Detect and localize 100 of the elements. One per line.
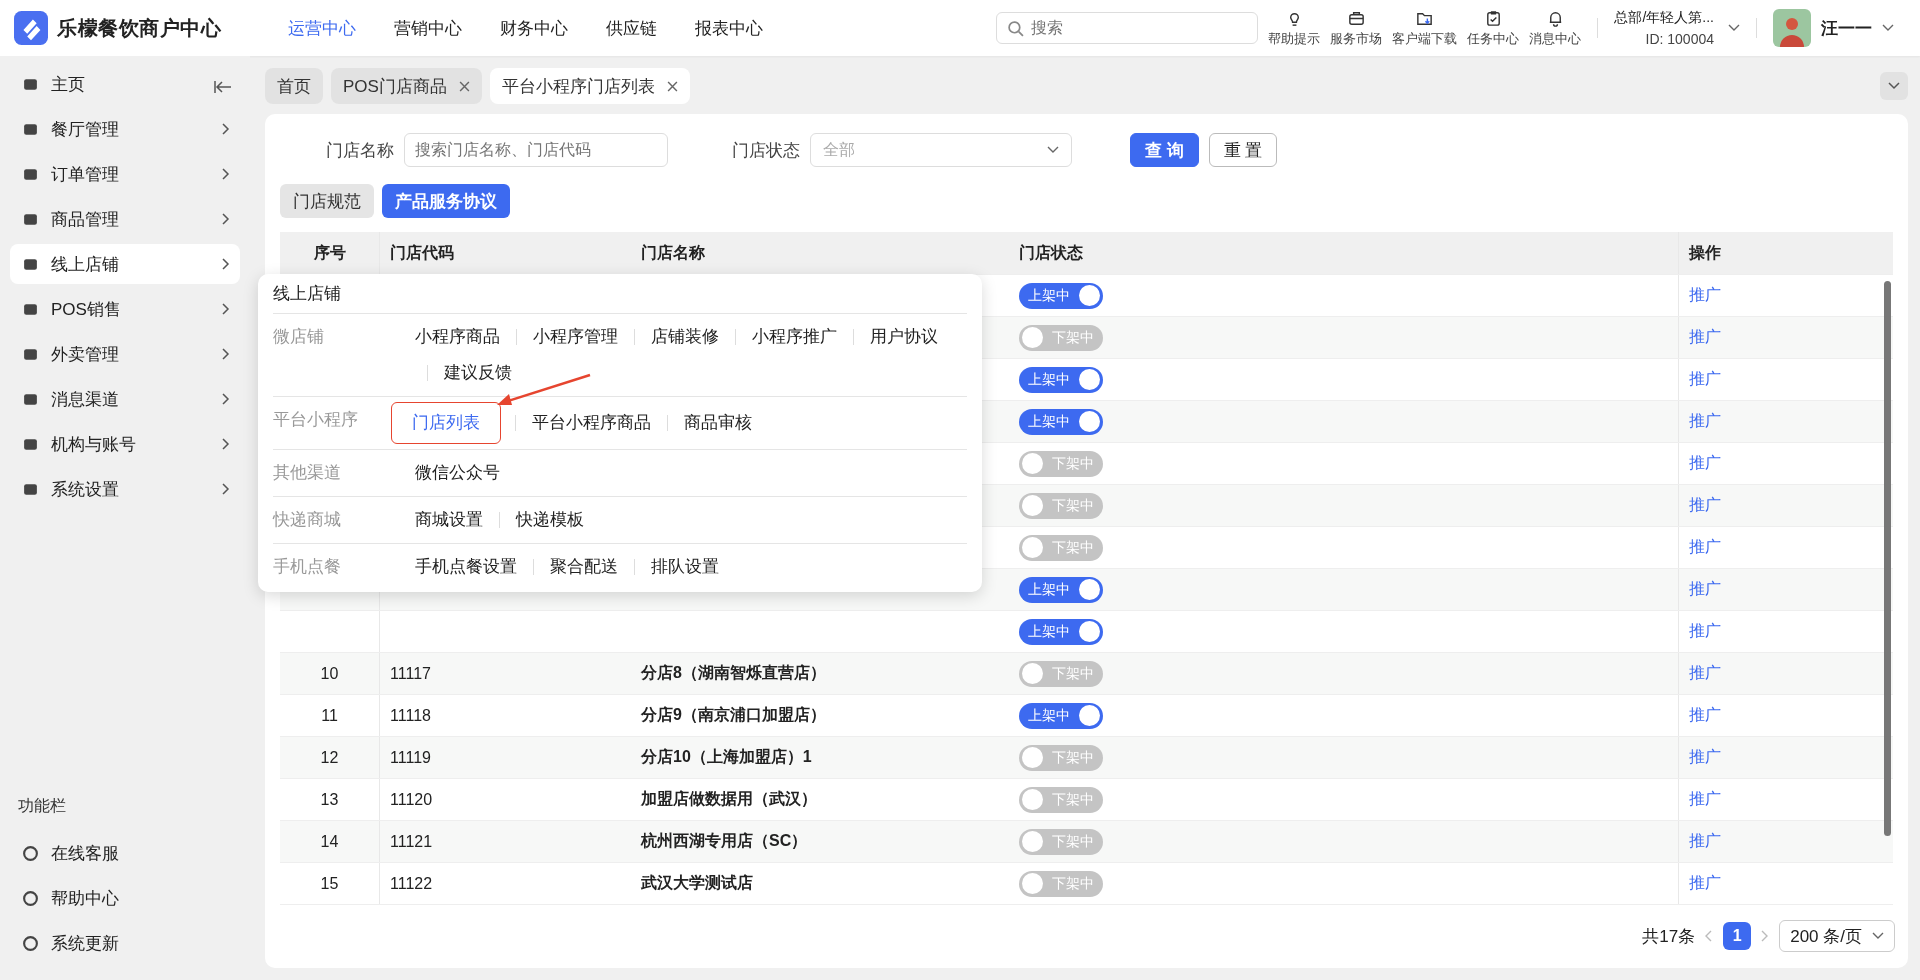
table-cell: 14 (320, 832, 339, 851)
status-toggle[interactable]: 上架中 (1019, 366, 1103, 393)
sidebar-item[interactable]: 线上店铺 (10, 244, 240, 284)
table-cell-text: 武汉大学测试店 (641, 873, 753, 893)
toolbar-button[interactable]: 服务市场 (1330, 8, 1383, 48)
menu-link[interactable]: 聚合配送 (548, 549, 620, 585)
query-button[interactable]: 查 询 (1130, 133, 1199, 167)
promote-link[interactable]: 推广 (1689, 831, 1721, 852)
chevron-right-icon (222, 348, 230, 360)
toolbar-button[interactable]: 客户端下载 (1392, 8, 1458, 48)
status-toggle[interactable]: 上架中 (1019, 282, 1103, 309)
collapse-icon[interactable] (214, 80, 232, 94)
page-tab[interactable]: POS门店商品 (331, 68, 482, 104)
sidebar-item[interactable]: 主页 (10, 64, 240, 104)
promote-link[interactable]: 推广 (1689, 495, 1721, 516)
status-toggle[interactable]: 上架中 (1019, 408, 1103, 435)
status-toggle[interactable]: 上架中 (1019, 702, 1103, 729)
chevron-right-icon (222, 258, 230, 270)
status-toggle[interactable]: 上架中 (1019, 576, 1103, 603)
promote-link[interactable]: 推广 (1689, 537, 1721, 558)
table-cell: 11122 (390, 874, 433, 893)
nav-tab[interactable]: 报表中心 (695, 16, 763, 40)
group-label: 手机点餐 (273, 556, 342, 578)
promote-link[interactable]: 推广 (1689, 327, 1721, 348)
menu-link[interactable]: 平台小程序商品 (530, 405, 653, 441)
promote-link[interactable]: 推广 (1689, 621, 1721, 642)
chevron-right-icon (222, 123, 230, 135)
menu-link[interactable]: 小程序管理 (531, 319, 620, 355)
close-icon[interactable] (666, 80, 678, 92)
chevron-right-icon (222, 213, 230, 225)
promote-link[interactable]: 推广 (1689, 369, 1721, 390)
column-header: 门店名称 (641, 242, 705, 263)
page-tab[interactable]: 平台小程序门店列表 (489, 68, 690, 104)
sidebar-item[interactable]: POS销售 (10, 289, 240, 329)
status-toggle[interactable]: 上架中 (1019, 618, 1103, 645)
menu-link[interactable]: 门店列表 (391, 402, 501, 444)
promote-link[interactable]: 推广 (1689, 411, 1721, 432)
page-button[interactable]: 1 (1723, 922, 1752, 950)
page-tab[interactable]: 首页 (265, 68, 323, 104)
page-size-select[interactable]: 200 条/页 (1779, 920, 1895, 952)
prev-page-icon[interactable] (1705, 930, 1714, 942)
sidebar-item[interactable]: 外卖管理 (10, 334, 240, 374)
sidebar-item[interactable]: 在线客服 (10, 833, 240, 873)
menu-link[interactable]: 商品审核 (682, 405, 754, 441)
reset-button[interactable]: 重 置 (1208, 133, 1278, 167)
circle-icon (22, 844, 39, 862)
toolbar-button[interactable]: 任务中心 (1467, 8, 1520, 48)
menu-link[interactable]: 微信公众号 (413, 455, 502, 491)
sidebar-item[interactable]: 商品管理 (10, 199, 240, 239)
circle-icon (22, 934, 39, 952)
menu-link[interactable]: 建议反馈 (442, 355, 514, 391)
next-page-icon[interactable] (1761, 930, 1770, 942)
promote-link[interactable]: 推广 (1689, 663, 1721, 684)
promote-link[interactable]: 推广 (1689, 873, 1721, 894)
sidebar-item[interactable]: 系统设置 (10, 469, 240, 509)
sub-tab[interactable]: 门店规范 (280, 184, 374, 218)
menu-link[interactable]: 小程序商品 (413, 319, 502, 355)
table-cell: 11 (321, 706, 338, 725)
toolbar-button[interactable]: 消息中心 (1529, 8, 1582, 48)
promote-link[interactable]: 推广 (1689, 789, 1721, 810)
column-header: 序号 (313, 242, 346, 263)
org-selector[interactable]: 总部/年轻人第... ID: 100004 (1614, 9, 1740, 47)
menu-link[interactable]: 手机点餐设置 (413, 549, 519, 585)
chevron-right-icon (222, 393, 230, 405)
menu-link[interactable]: 排队设置 (649, 549, 721, 585)
chevron-right-icon (222, 483, 230, 495)
scrollbar[interactable] (1884, 281, 1891, 836)
menu-link[interactable]: 快递模板 (514, 502, 586, 538)
search-field[interactable]: 搜索 (996, 12, 1259, 44)
nav-tab[interactable]: 营销中心 (394, 16, 462, 40)
app-name: 乐檬餐饮商户中心 (57, 15, 221, 41)
promote-link[interactable]: 推广 (1689, 285, 1721, 306)
nav-tab[interactable]: 运营中心 (288, 16, 356, 40)
user-menu[interactable]: 汪一一 (1773, 9, 1894, 47)
circle-icon (22, 889, 39, 907)
sub-tab[interactable]: 产品服务协议 (382, 184, 510, 218)
avatar-icon (1773, 9, 1811, 47)
toolbar-button[interactable]: 帮助提示 (1268, 8, 1321, 48)
sidebar-item[interactable]: 机构与账号 (10, 424, 240, 464)
total-count: 共17条 (1642, 925, 1696, 948)
promote-link[interactable]: 推广 (1689, 705, 1721, 726)
promote-link[interactable]: 推广 (1689, 453, 1721, 474)
menu-link[interactable]: 小程序推广 (750, 319, 839, 355)
promote-link[interactable]: 推广 (1689, 747, 1721, 768)
close-icon[interactable] (458, 80, 470, 92)
tabs-menu-button[interactable] (1880, 72, 1908, 100)
menu-link[interactable]: 商城设置 (413, 502, 485, 538)
chevron-right-icon (222, 438, 230, 450)
sidebar-item[interactable]: 餐厅管理 (10, 109, 240, 149)
sidebar-item[interactable]: 消息渠道 (10, 379, 240, 419)
nav-tab[interactable]: 财务中心 (500, 16, 568, 40)
promote-link[interactable]: 推广 (1689, 579, 1721, 600)
menu-link[interactable]: 用户协议 (868, 319, 940, 355)
sidebar-item[interactable]: 帮助中心 (10, 878, 240, 918)
sidebar-item[interactable]: 系统更新 (10, 923, 240, 963)
menu-link[interactable]: 店铺装修 (649, 319, 721, 355)
table-cell: 10 (320, 664, 339, 683)
nav-tab[interactable]: 供应链 (606, 16, 657, 40)
store-search-field[interactable]: 搜索门店名称、门店代码 (404, 133, 668, 167)
sidebar-item[interactable]: 订单管理 (10, 154, 240, 194)
